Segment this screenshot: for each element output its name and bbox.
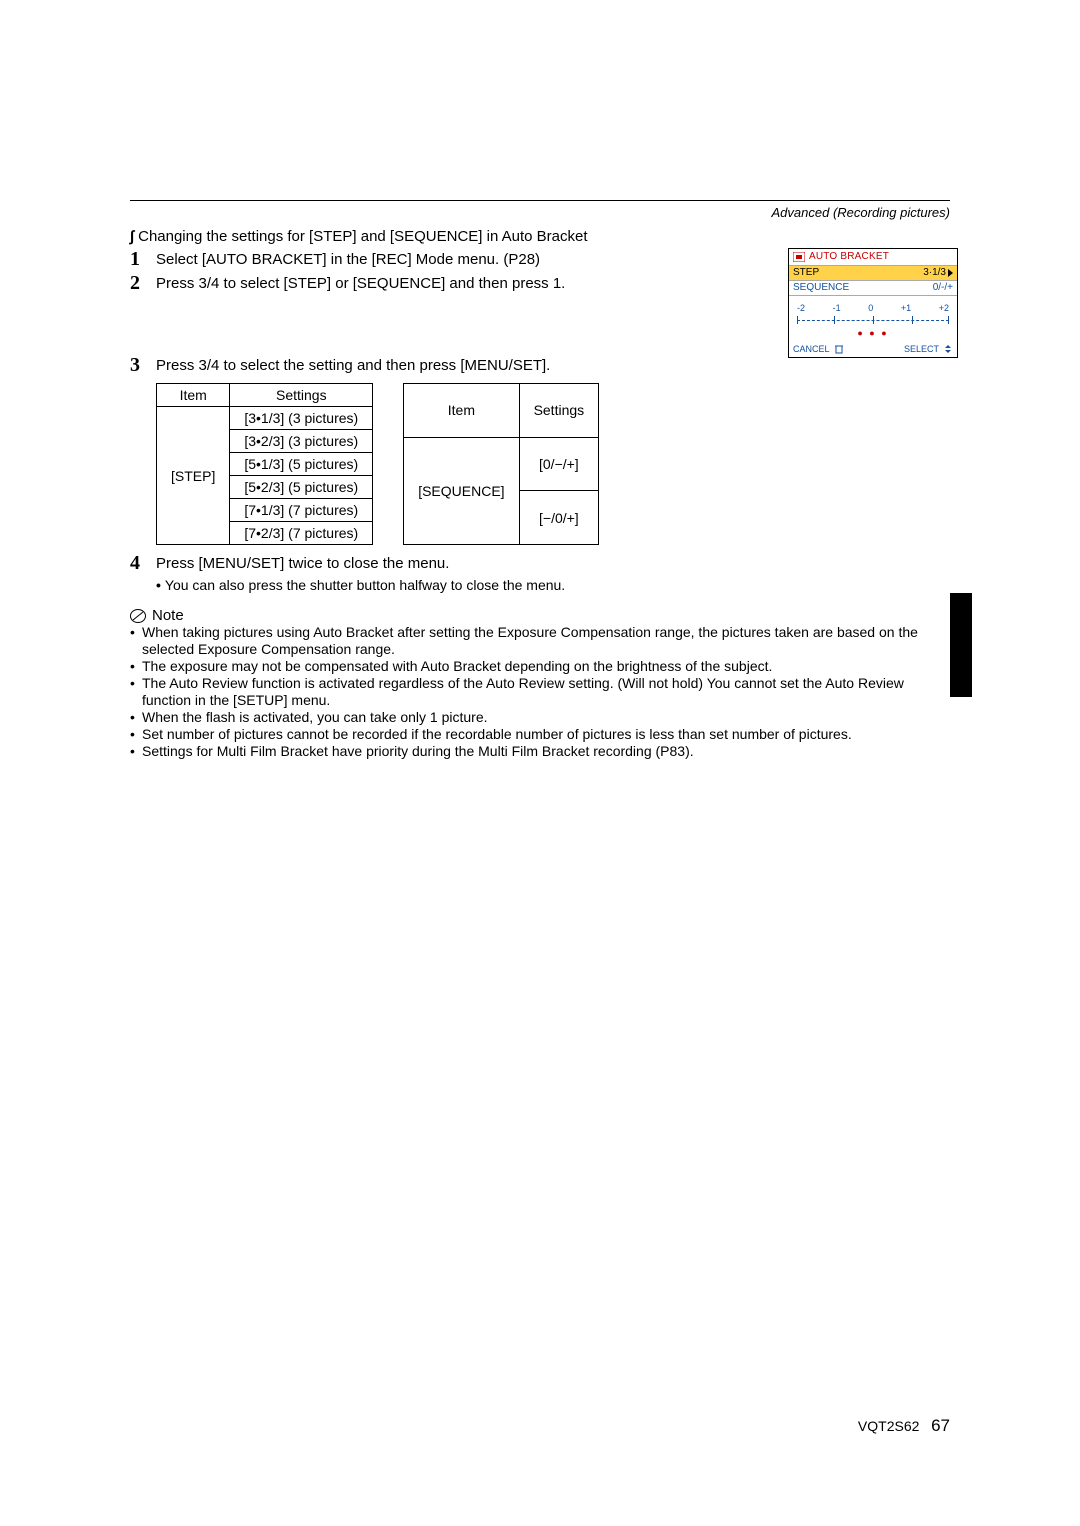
table-header-settings: Settings — [230, 384, 373, 407]
step-number: 1 — [130, 249, 156, 269]
diagram-title: AUTO BRACKET — [809, 251, 889, 263]
note-label: Note — [152, 607, 184, 624]
note-icon — [130, 608, 146, 624]
step-number: 2 — [130, 273, 156, 293]
table-cell: [7•2/3] (7 pictures) — [230, 522, 373, 545]
trash-icon — [834, 344, 844, 354]
table-cell: [3•1/3] (3 pictures) — [230, 407, 373, 430]
table-item: [STEP] — [157, 407, 230, 545]
step-text: Select [AUTO BRACKET] in the [REC] Mode … — [156, 249, 660, 269]
camera-screen-diagram: AUTO BRACKET STEP 3·1/3 SEQUENCE 0/-/+ -… — [788, 248, 958, 358]
notes-list: •When taking pictures using Auto Bracket… — [130, 624, 950, 760]
note-item: The exposure may not be compensated with… — [142, 658, 950, 675]
arrow-right-icon — [948, 269, 953, 277]
table-header-item: Item — [157, 384, 230, 407]
table-cell: [3•2/3] (3 pictures) — [230, 430, 373, 453]
diagram-step-value: 3·1/3 — [923, 267, 946, 279]
note-item: Set number of pictures cannot be recorde… — [142, 726, 950, 743]
diagram-step-label: STEP — [793, 267, 819, 279]
note-item: The Auto Review function is activated re… — [142, 675, 950, 709]
bullet-icon: • — [156, 577, 161, 593]
table-cell: [7•1/3] (7 pictures) — [230, 499, 373, 522]
step-text: Press 3/4 to select the setting and then… — [156, 355, 950, 375]
subheading-text: Changing the settings for [STEP] and [SE… — [138, 228, 587, 245]
step-number: 4 — [130, 553, 156, 573]
step-text: Press [MENU/SET] twice to close the menu… — [156, 553, 950, 573]
page-number: 67 — [931, 1416, 950, 1435]
table-cell: [0/−/+] — [519, 437, 599, 491]
section-header: Advanced (Recording pictures) — [130, 205, 950, 220]
section-tab-marker — [950, 593, 972, 697]
sequence-table: Item Settings [SEQUENCE] [0/−/+] [−/0/+] — [403, 383, 599, 545]
diagram-select-label: SELECT — [904, 343, 939, 355]
diagram-dots: ● ● ● — [795, 327, 951, 339]
page-footer: VQT2S62 67 — [858, 1416, 950, 1436]
diagram-seq-value: 0/-/+ — [933, 282, 953, 294]
step-table: Item Settings [STEP] [3•1/3] (3 pictures… — [156, 383, 373, 545]
step-subtext: •You can also press the shutter button h… — [156, 577, 950, 593]
note-item: Settings for Multi Film Bracket have pri… — [142, 743, 950, 760]
table-header-settings: Settings — [519, 384, 599, 438]
note-item: When the flash is activated, you can tak… — [142, 709, 950, 726]
step-number: 3 — [130, 355, 156, 375]
table-header-item: Item — [404, 384, 519, 438]
doc-code: VQT2S62 — [858, 1418, 919, 1434]
subheading-marker: ∫ — [130, 228, 134, 245]
bracket-icon — [793, 252, 805, 262]
table-cell: [5•1/3] (5 pictures) — [230, 453, 373, 476]
table-cell: [5•2/3] (5 pictures) — [230, 476, 373, 499]
step-text: Press 3/4 to select [STEP] or [SEQUENCE]… — [156, 273, 660, 293]
note-item: When taking pictures using Auto Bracket … — [142, 624, 950, 658]
table-item: [SEQUENCE] — [404, 437, 519, 544]
diagram-scale: -2 -1 0 +1 +2 ● ● ● — [789, 296, 957, 341]
diagram-seq-label: SEQUENCE — [793, 282, 849, 294]
table-cell: [−/0/+] — [519, 491, 599, 545]
updown-icon — [943, 344, 953, 354]
subheading: ∫Changing the settings for [STEP] and [S… — [130, 228, 950, 245]
diagram-cancel-label: CANCEL — [793, 343, 830, 355]
